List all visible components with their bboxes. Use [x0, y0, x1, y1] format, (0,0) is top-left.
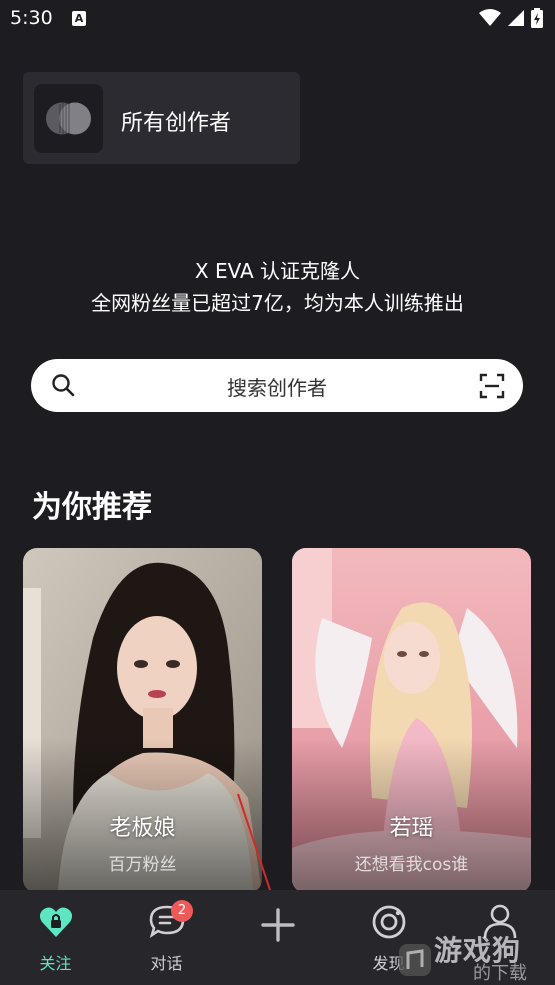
battery-icon: [531, 8, 543, 28]
all-creators-button[interactable]: 所有创作者: [23, 72, 300, 164]
heart-lock-icon: [39, 907, 72, 937]
intro-title: X EVA 认证克隆人: [194, 259, 361, 283]
nav-chat-label: 对话: [150, 954, 183, 973]
nav-chat[interactable]: 2 对话: [111, 890, 222, 985]
creator-subtitle: 百万粉丝: [108, 855, 177, 875]
intro: X EVA 认证克隆人 全网粉丝量已超过7亿，均为本人训练推出: [0, 256, 555, 320]
status-bar: 5:30 A: [0, 0, 555, 40]
search-bar[interactable]: 搜索创作者: [31, 359, 523, 412]
plus-icon: [260, 908, 295, 942]
unread-badge: 2: [171, 900, 193, 922]
wifi-icon: [479, 9, 501, 26]
creator-card[interactable]: 老板娘 百万粉丝: [23, 548, 262, 893]
status-icons: [479, 8, 543, 28]
watermark-sub: 的下载: [473, 963, 527, 984]
signal-icon: [508, 10, 524, 26]
search-placeholder: 搜索创作者: [227, 376, 327, 400]
creator-name: 若瑶: [389, 816, 434, 841]
intro-subtitle: 全网粉丝量已超过7亿，均为本人训练推出: [91, 291, 464, 315]
watermark-logo: [399, 944, 431, 976]
creator-subtitle: 还想看我cos谁: [354, 855, 469, 875]
nav-follow[interactable]: 关注: [0, 890, 111, 985]
watermark: 游戏狗 的下载: [398, 925, 553, 984]
status-time: 5:30: [10, 7, 53, 29]
recommend-title: 为你推荐: [32, 490, 152, 525]
nav-follow-label: 关注: [39, 954, 72, 973]
scan-icon[interactable]: [479, 373, 505, 399]
notification-a-icon: A: [72, 11, 86, 26]
creator-card[interactable]: 若瑶 还想看我cos谁: [292, 548, 531, 893]
creator-name: 老板娘: [109, 816, 176, 841]
creators-icon: [34, 84, 103, 153]
nav-create[interactable]: [222, 890, 333, 985]
all-creators-label: 所有创作者: [121, 111, 232, 136]
